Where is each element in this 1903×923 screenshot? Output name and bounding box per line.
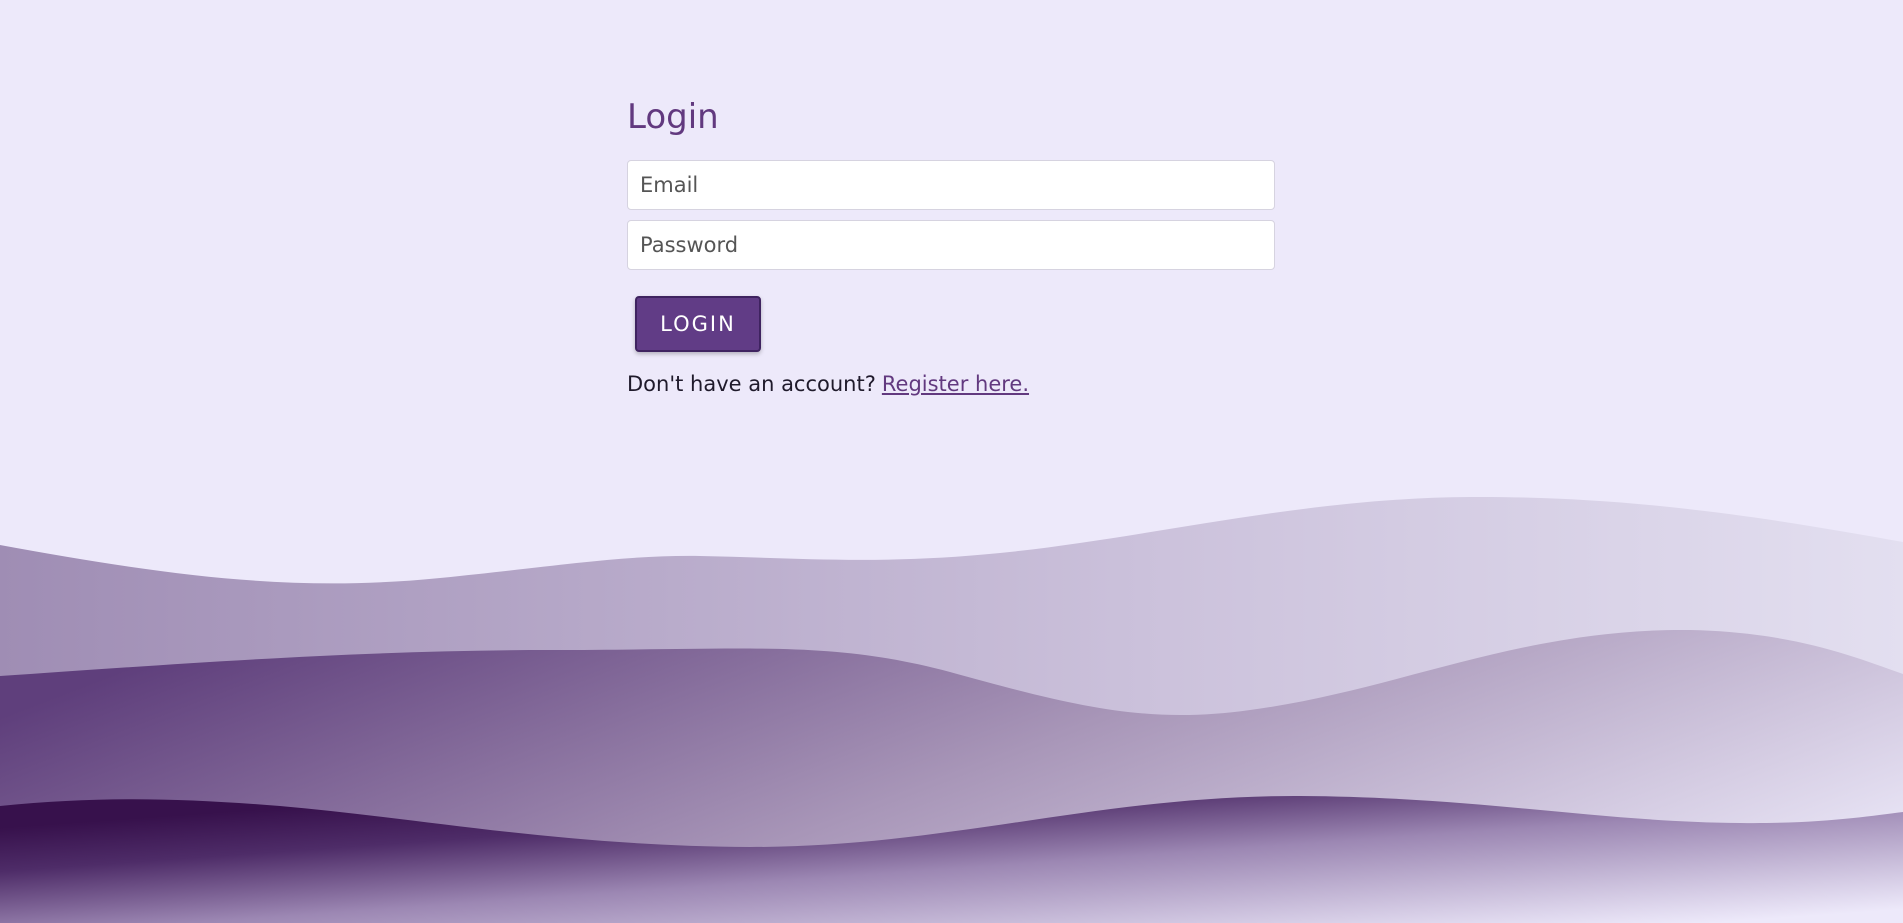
register-prompt-line: Don't have an account? Register here.: [627, 370, 1275, 398]
login-form: Login LOGIN Don't have an account?Regist…: [627, 90, 1275, 398]
register-prompt-text: Don't have an account?: [627, 372, 876, 396]
register-link[interactable]: Register here.: [882, 372, 1029, 396]
login-button[interactable]: LOGIN: [635, 296, 761, 352]
login-page: Login LOGIN Don't have an account?Regist…: [0, 0, 1903, 923]
email-field[interactable]: [627, 160, 1275, 210]
password-field[interactable]: [627, 220, 1275, 270]
page-title: Login: [627, 97, 719, 137]
